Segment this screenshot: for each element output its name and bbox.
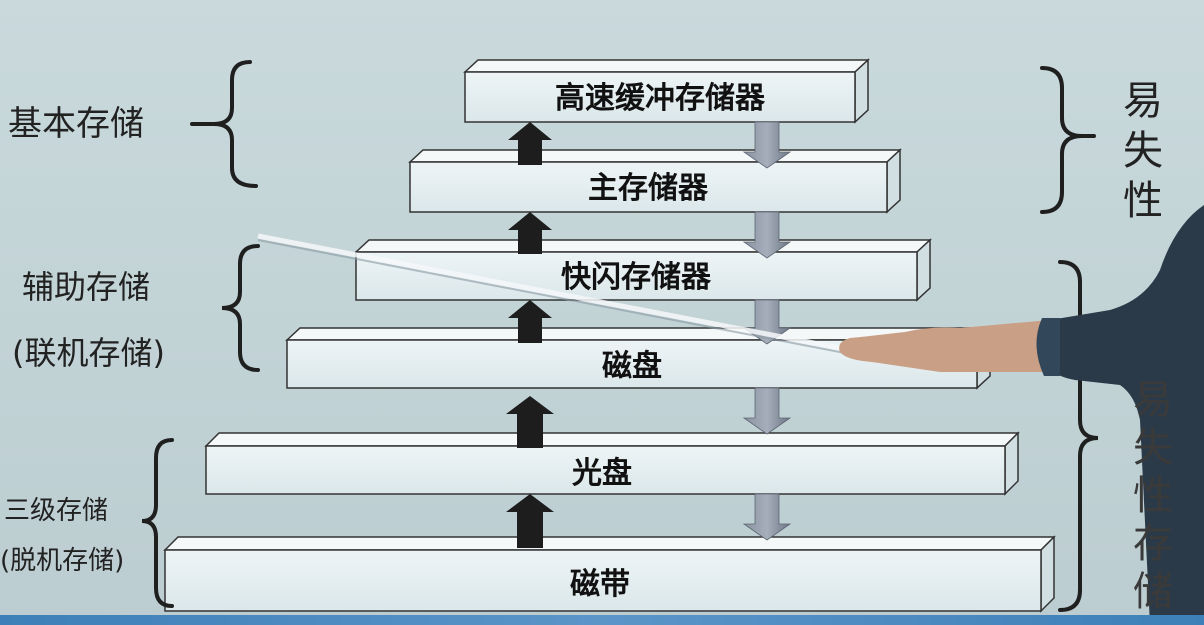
label-volatile: 易 失 性 bbox=[1118, 76, 1168, 226]
nonvolatile-char: 储 bbox=[1133, 569, 1173, 615]
label-nonvolatile-storage: 易 失 性 存 储 bbox=[1128, 376, 1178, 616]
volatile-char: 性 bbox=[1123, 178, 1163, 224]
diagram-canvas: 高速缓冲存储器 主存储器 快闪存储器 磁盘 光盘 磁带 bbox=[141, 58, 1204, 625]
bottom-color-strip bbox=[0, 615, 1204, 625]
level-bar-cache: 高速缓冲存储器 bbox=[463, 58, 870, 124]
brace-basic-icon bbox=[213, 60, 258, 188]
nonvolatile-char: 性 bbox=[1133, 473, 1173, 519]
down-arrow-icon bbox=[742, 387, 792, 435]
down-arrow-icon bbox=[742, 493, 792, 541]
label-tertiary-storage: 三级存储 bbox=[4, 496, 109, 526]
level-label-disk: 磁盘 bbox=[602, 349, 662, 384]
label-basic-storage: 基本存储 bbox=[8, 104, 144, 144]
level-label-tape: 磁带 bbox=[570, 567, 630, 602]
nonvolatile-char: 失 bbox=[1133, 425, 1173, 471]
storage-hierarchy-diagram: 高速缓冲存储器 主存储器 快闪存储器 磁盘 光盘 磁带 基本存储 辅助存储 (联… bbox=[0, 0, 1204, 625]
level-bar-tape: 磁带 bbox=[163, 535, 1056, 613]
label-auxiliary-storage: 辅助存储 bbox=[22, 268, 151, 306]
brace-volatile-icon bbox=[1040, 66, 1083, 214]
level-bar-optical: 光盘 bbox=[204, 431, 1020, 496]
level-label-main-memory: 主存储器 bbox=[588, 171, 709, 206]
level-label-flash: 快闪存储器 bbox=[561, 260, 712, 295]
nonvolatile-char: 存 bbox=[1133, 521, 1173, 567]
level-label-optical: 光盘 bbox=[572, 456, 632, 491]
nonvolatile-char: 易 bbox=[1133, 377, 1173, 423]
volatile-char: 易 bbox=[1123, 78, 1163, 124]
level-bar-main-memory: 主存储器 bbox=[408, 148, 902, 214]
label-offline-storage: (脱机存储) bbox=[0, 546, 125, 576]
volatile-char: 失 bbox=[1123, 128, 1163, 174]
brace-auxiliary-icon bbox=[221, 244, 260, 372]
level-label-cache: 高速缓冲存储器 bbox=[555, 81, 766, 116]
label-online-storage: (联机存储) bbox=[12, 334, 165, 372]
